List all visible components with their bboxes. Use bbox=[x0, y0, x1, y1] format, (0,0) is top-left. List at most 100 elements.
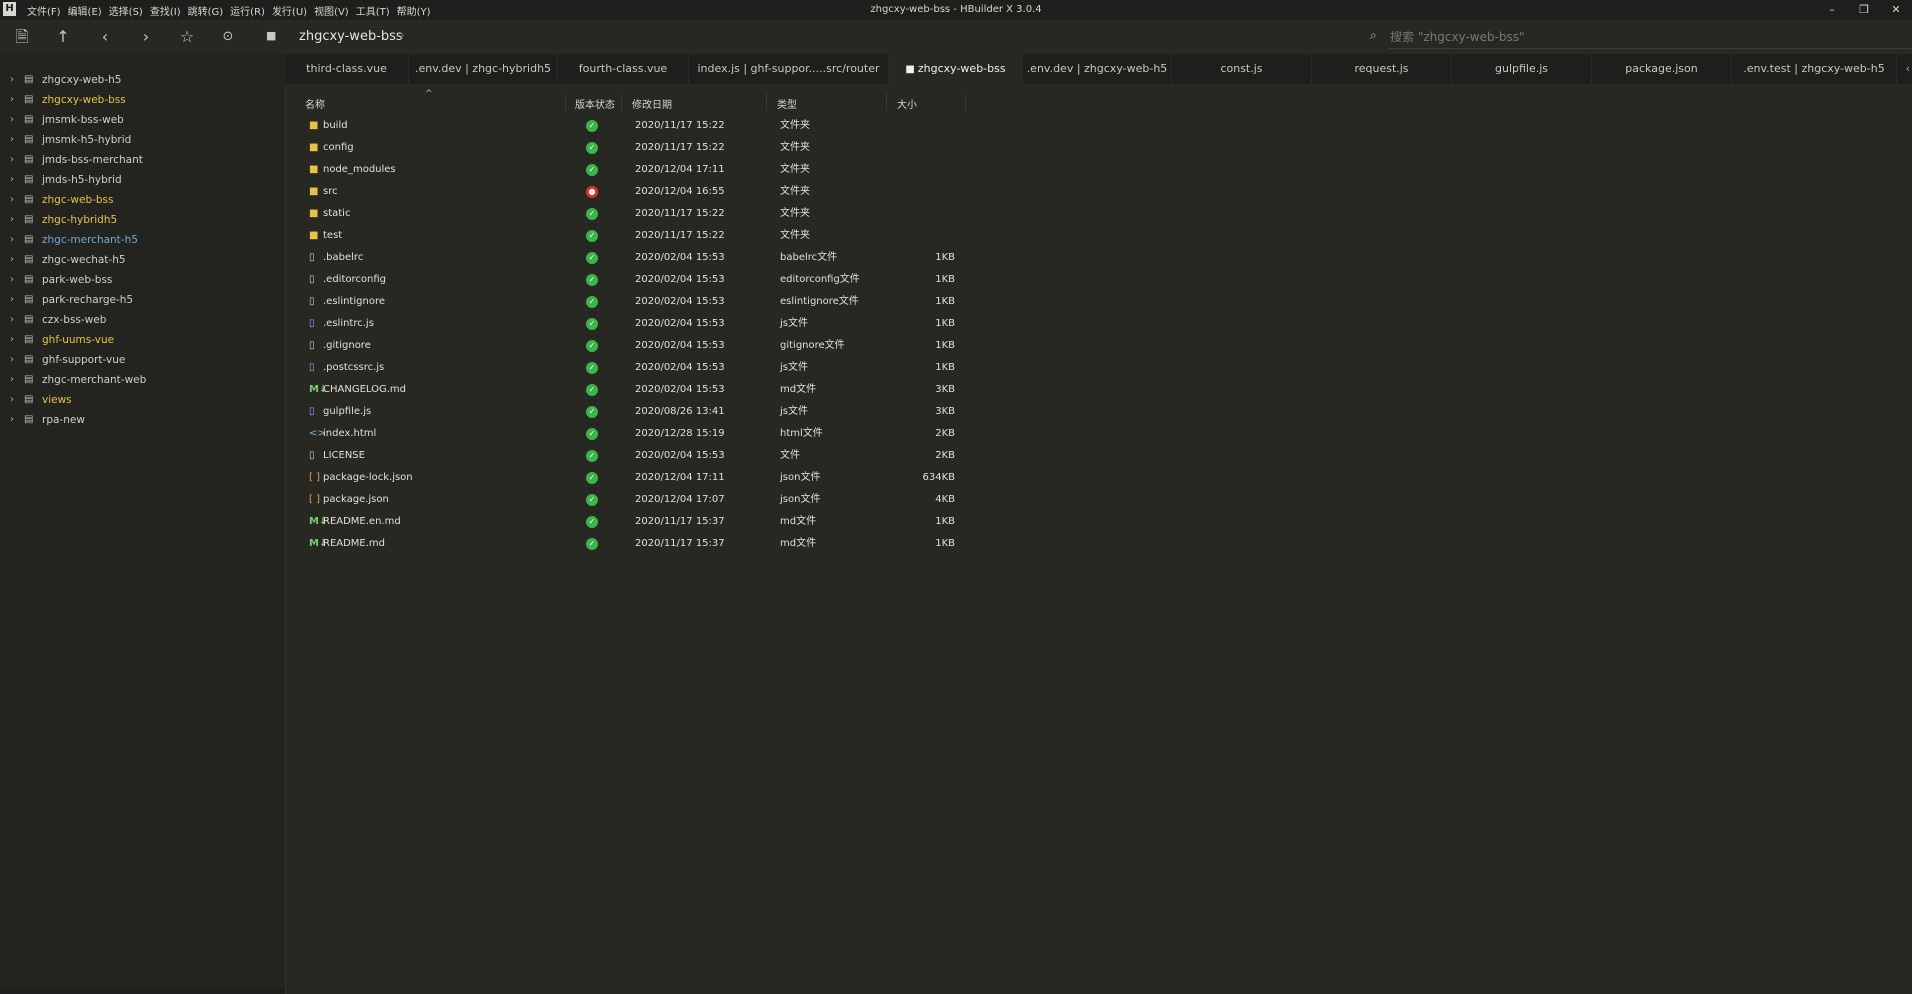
menu-view[interactable]: 视图(V) bbox=[314, 3, 349, 18]
tab-fourth-class[interactable]: fourth-class.vue bbox=[558, 54, 689, 84]
sidebar-project-item[interactable]: › ▤ zhgc-wechat-h5 bbox=[0, 250, 285, 270]
tab-gulpfile-js[interactable]: gulpfile.js bbox=[1452, 54, 1592, 84]
up-icon[interactable]: ↑ bbox=[53, 27, 73, 47]
file-row[interactable]: M↓ README.en.md ✓ 2020/11/17 15:37 md文件 1KB bbox=[285, 511, 1285, 533]
menu-select[interactable]: 选择(S) bbox=[109, 3, 143, 18]
menu-publish[interactable]: 发行(U) bbox=[272, 3, 307, 18]
file-row[interactable]: ■ node_modules ✓ 2020/12/04 17:11 文件夹 bbox=[285, 159, 1285, 181]
col-type[interactable]: 类型 bbox=[777, 96, 797, 111]
sidebar-project-item[interactable]: › ▤ ghf-uums-vue bbox=[0, 330, 285, 350]
sidebar-project-item[interactable]: › ▤ czx-bss-web bbox=[0, 310, 285, 330]
column-divider[interactable] bbox=[965, 94, 966, 110]
sidebar-project-item[interactable]: › ▤ rpa-new bbox=[0, 410, 285, 430]
file-row[interactable]: ▯ gulpfile.js ✓ 2020/08/26 13:41 js文件 3KB bbox=[285, 401, 1285, 423]
chevron-right-icon[interactable]: › bbox=[10, 150, 14, 170]
close-button[interactable]: ✕ bbox=[1880, 0, 1912, 20]
chevron-right-icon[interactable]: › bbox=[10, 410, 14, 430]
file-row[interactable]: ■ build ✓ 2020/11/17 15:22 文件夹 bbox=[285, 115, 1285, 137]
chevron-right-icon[interactable]: › bbox=[10, 390, 14, 410]
sidebar-project-item[interactable]: › ▤ jmds-bss-merchant bbox=[0, 150, 285, 170]
sidebar-project-item[interactable]: › ▤ park-web-bss bbox=[0, 270, 285, 290]
file-row[interactable]: ▯ LICENSE ✓ 2020/02/04 15:53 文件 2KB bbox=[285, 445, 1285, 467]
col-name[interactable]: 名称 bbox=[305, 96, 325, 111]
tab-request-js[interactable]: request.js bbox=[1312, 54, 1452, 84]
sidebar-project-item[interactable]: › ▤ ghf-support-vue bbox=[0, 350, 285, 370]
column-divider[interactable] bbox=[886, 94, 887, 110]
file-row[interactable]: ▯ .babelrc ✓ 2020/02/04 15:53 babelrc文件 1KB bbox=[285, 247, 1285, 269]
tab-zhgcxy-web-bss[interactable]: ■ zhgcxy-web-bss bbox=[889, 54, 1023, 84]
file-row[interactable]: [ ] package.json ✓ 2020/12/04 17:07 json文件 4K… bbox=[285, 489, 1285, 511]
file-row[interactable]: ▯ .eslintignore ✓ 2020/02/04 15:53 eslintign… bbox=[285, 291, 1285, 313]
chevron-right-icon[interactable]: › bbox=[10, 190, 14, 210]
col-size[interactable]: 大小 bbox=[897, 96, 917, 111]
sidebar-project-item[interactable]: › ▤ zhgc-web-bss bbox=[0, 190, 285, 210]
menu-find[interactable]: 查找(I) bbox=[150, 3, 181, 18]
back-icon[interactable]: ‹ bbox=[95, 27, 115, 47]
chevron-right-icon[interactable]: › bbox=[10, 330, 14, 350]
chevron-right-icon[interactable]: › bbox=[400, 28, 405, 42]
sort-up-icon[interactable]: ^ bbox=[425, 89, 433, 99]
chevron-right-icon[interactable]: › bbox=[10, 70, 14, 90]
tab-index-js-router[interactable]: index.js | ghf-suppor.....src/router bbox=[689, 54, 889, 84]
file-row[interactable]: ▯ .eslintrc.js ✓ 2020/02/04 15:53 js文件 1KB bbox=[285, 313, 1285, 335]
sidebar-project-item[interactable]: › ▤ park-recharge-h5 bbox=[0, 290, 285, 310]
search-input[interactable] bbox=[1388, 26, 1912, 49]
chevron-right-icon[interactable]: › bbox=[10, 250, 14, 270]
file-row[interactable]: [ ] package-lock.json ✓ 2020/12/04 17:11 jso… bbox=[285, 467, 1285, 489]
file-row[interactable]: <> index.html ✓ 2020/12/28 15:19 html文件 2KB bbox=[285, 423, 1285, 445]
file-row[interactable]: ■ test ✓ 2020/11/17 15:22 文件夹 bbox=[285, 225, 1285, 247]
file-row[interactable]: M↓ README.md ✓ 2020/11/17 15:37 md文件 1KB bbox=[285, 533, 1285, 555]
chevron-right-icon[interactable]: › bbox=[10, 170, 14, 190]
chevron-right-icon[interactable]: › bbox=[10, 290, 14, 310]
col-date[interactable]: 修改日期 bbox=[632, 96, 672, 111]
sidebar-project-item[interactable]: › ▤ zhgcxy-web-h5 bbox=[0, 70, 285, 90]
tab-scroll-left-icon[interactable]: ‹ bbox=[1906, 62, 1910, 75]
sidebar-project-item[interactable]: › ▤ zhgcxy-web-bss bbox=[0, 90, 285, 110]
restore-button[interactable]: ❐ bbox=[1848, 0, 1880, 20]
tab-env-test-h5[interactable]: .env.test | zhgcxy-web-h5 bbox=[1732, 54, 1897, 84]
minimize-button[interactable]: – bbox=[1816, 0, 1848, 20]
breadcrumb[interactable]: zhgcxy-web-bss bbox=[299, 29, 403, 44]
save-all-icon[interactable]: 🗎 bbox=[12, 27, 32, 47]
file-row[interactable]: ▯ .editorconfig ✓ 2020/02/04 15:53 editorcon… bbox=[285, 269, 1285, 291]
chevron-right-icon[interactable]: › bbox=[10, 310, 14, 330]
column-divider[interactable] bbox=[766, 94, 767, 110]
sidebar-project-item[interactable]: › ▤ views bbox=[0, 390, 285, 410]
sidebar-project-item[interactable]: › ▤ zhgc-merchant-h5 bbox=[0, 230, 285, 250]
run-icon[interactable]: ⊙ bbox=[218, 27, 238, 47]
tab-env-dev-hybridh5[interactable]: .env.dev | zhgc-hybridh5 bbox=[409, 54, 558, 84]
file-row[interactable]: ▯ .postcssrc.js ✓ 2020/02/04 15:53 js文件 1KB bbox=[285, 357, 1285, 379]
column-divider[interactable] bbox=[621, 94, 622, 110]
chevron-right-icon[interactable]: › bbox=[10, 110, 14, 130]
chevron-right-icon[interactable]: › bbox=[10, 270, 14, 290]
column-divider[interactable] bbox=[565, 94, 566, 110]
menu-file[interactable]: 文件(F) bbox=[27, 3, 61, 18]
tab-env-dev-h5[interactable]: .env.dev | zhgcxy-web-h5 bbox=[1023, 54, 1172, 84]
chevron-right-icon[interactable]: › bbox=[10, 230, 14, 250]
menu-tools[interactable]: 工具(T) bbox=[356, 3, 390, 18]
chevron-right-icon[interactable]: › bbox=[10, 210, 14, 230]
file-row[interactable]: ■ static ✓ 2020/11/17 15:22 文件夹 bbox=[285, 203, 1285, 225]
tab-package-json[interactable]: package.json bbox=[1592, 54, 1732, 84]
tab-third-class[interactable]: third-class.vue bbox=[285, 54, 409, 84]
menu-run[interactable]: 运行(R) bbox=[230, 3, 265, 18]
menu-goto[interactable]: 跳转(G) bbox=[188, 3, 224, 18]
sidebar-project-item[interactable]: › ▤ zhgc-hybridh5 bbox=[0, 210, 285, 230]
file-row[interactable]: ▯ .gitignore ✓ 2020/02/04 15:53 gitignore文件 1… bbox=[285, 335, 1285, 357]
file-row[interactable]: M↓ CHANGELOG.md ✓ 2020/02/04 15:53 md文件 3KB bbox=[285, 379, 1285, 401]
menu-edit[interactable]: 编辑(E) bbox=[68, 3, 102, 18]
sidebar-project-item[interactable]: › ▤ zhgc-merchant-web bbox=[0, 370, 285, 390]
forward-icon[interactable]: › bbox=[136, 27, 156, 47]
chevron-right-icon[interactable]: › bbox=[10, 350, 14, 370]
col-status[interactable]: 版本状态 bbox=[575, 96, 615, 111]
star-icon[interactable]: ☆ bbox=[177, 27, 197, 47]
file-row[interactable]: ■ src ● 2020/12/04 16:55 文件夹 bbox=[285, 181, 1285, 203]
file-row[interactable]: ■ config ✓ 2020/11/17 15:22 文件夹 bbox=[285, 137, 1285, 159]
chevron-right-icon[interactable]: › bbox=[10, 130, 14, 150]
sidebar-project-item[interactable]: › ▤ jmsmk-h5-hybrid bbox=[0, 130, 285, 150]
tab-const-js[interactable]: const.js bbox=[1172, 54, 1312, 84]
sidebar-project-item[interactable]: › ▤ jmds-h5-hybrid bbox=[0, 170, 285, 190]
sidebar-project-item[interactable]: › ▤ jmsmk-bss-web bbox=[0, 110, 285, 130]
chevron-right-icon[interactable]: › bbox=[10, 370, 14, 390]
chevron-right-icon[interactable]: › bbox=[10, 90, 14, 110]
